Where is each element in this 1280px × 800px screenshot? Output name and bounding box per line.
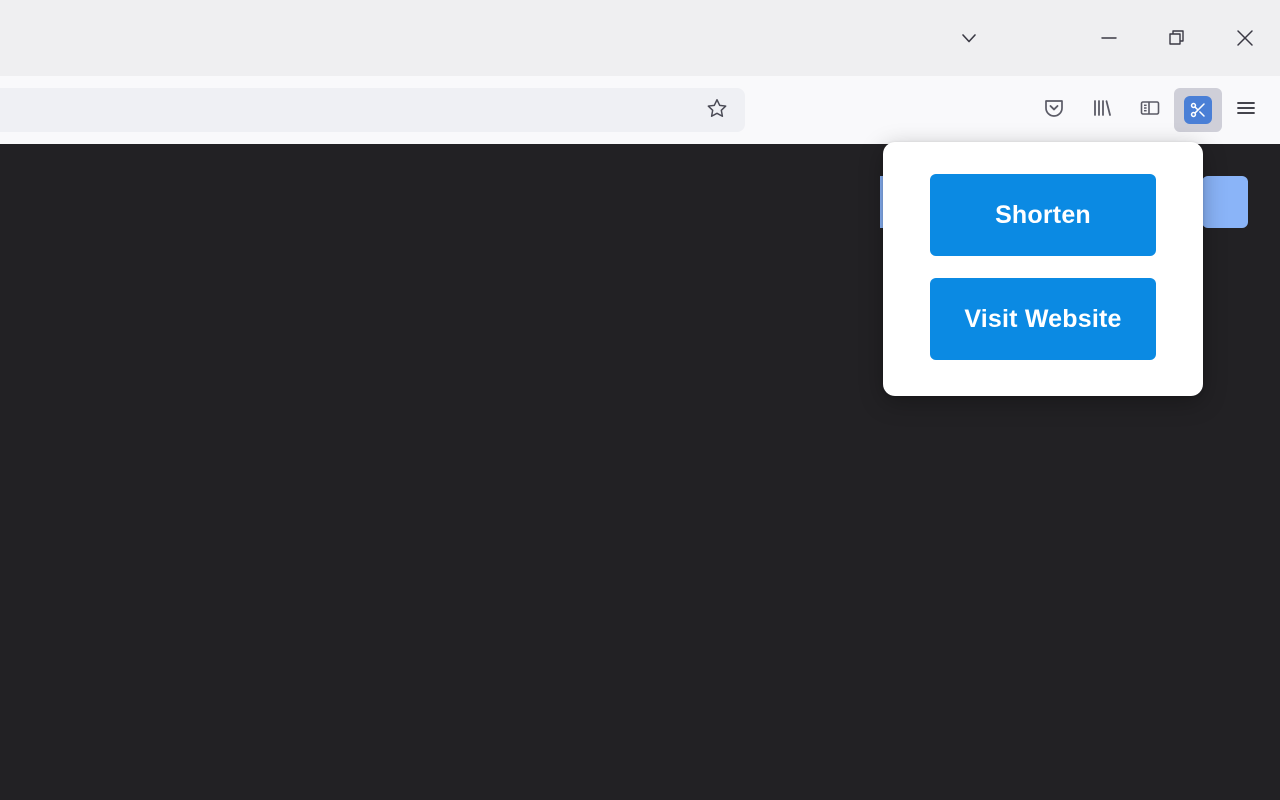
hamburger-icon (1234, 96, 1258, 125)
pocket-button[interactable] (1030, 88, 1078, 132)
library-icon (1090, 96, 1114, 125)
close-icon (1233, 26, 1257, 50)
close-button[interactable] (1222, 18, 1268, 58)
bookmark-button[interactable] (699, 92, 735, 128)
scissors-icon (1184, 96, 1212, 124)
minimize-icon (1098, 27, 1120, 49)
chevron-down-icon (958, 27, 980, 49)
url-shortener-extension-button[interactable] (1174, 88, 1222, 132)
sign-in-button[interactable] (1202, 176, 1248, 228)
url-bar[interactable] (0, 88, 745, 132)
sidebar-button[interactable] (1126, 88, 1174, 132)
pocket-icon (1042, 96, 1066, 125)
restore-button[interactable] (1154, 18, 1200, 58)
library-button[interactable] (1078, 88, 1126, 132)
browser-window: Gmail Images Shorten Visit Website (0, 0, 1280, 800)
titlebar (0, 0, 1280, 76)
sidebar-icon (1138, 96, 1162, 125)
visit-website-button[interactable]: Visit Website (930, 278, 1156, 360)
navigation-toolbar (0, 76, 1280, 144)
toolbar-icon-group (1030, 76, 1270, 144)
list-all-tabs-button[interactable] (946, 18, 992, 58)
star-icon (706, 97, 728, 124)
minimize-button[interactable] (1086, 18, 1132, 58)
application-menu-button[interactable] (1222, 88, 1270, 132)
shorten-button[interactable]: Shorten (930, 174, 1156, 256)
url-shortener-popup: Shorten Visit Website (883, 142, 1203, 396)
restore-icon (1166, 27, 1188, 49)
